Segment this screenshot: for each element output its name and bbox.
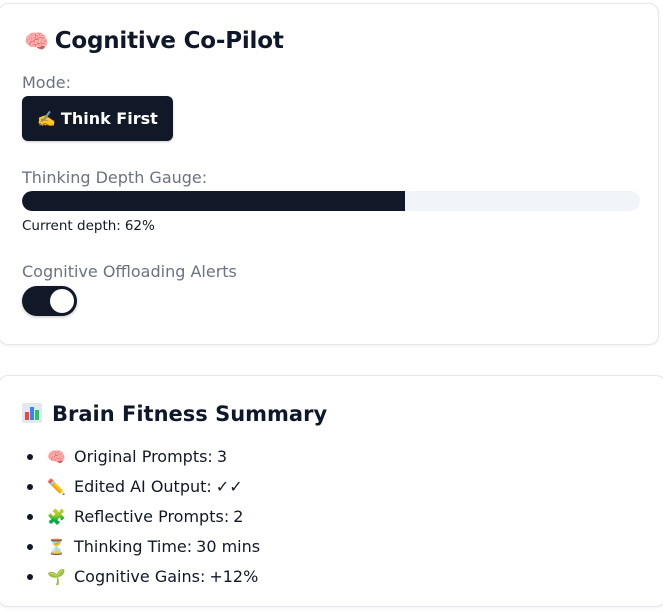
brain-icon: 🧠 — [47, 448, 66, 466]
list-item-label: Thinking Time: — [74, 537, 193, 556]
puzzle-icon: 🧩 — [47, 508, 66, 526]
bullet — [27, 514, 33, 520]
list-item-label: Edited AI Output: — [74, 477, 212, 496]
summary-title: Brain Fitness Summary — [22, 399, 327, 429]
offloading-alerts-toggle[interactable] — [22, 286, 77, 316]
copilot-title: 🧠 Cognitive Co-Pilot — [24, 26, 284, 56]
thinking-depth-gauge-fill — [22, 191, 406, 211]
bullet — [27, 544, 33, 550]
list-item-value: 2 — [233, 507, 244, 526]
pencil-icon: ✏️ — [47, 478, 66, 496]
list-item: 🧩 Reflective Prompts: 2 — [25, 502, 260, 532]
think-first-button[interactable]: ✍️ Think First — [22, 96, 173, 141]
list-item-label: Cognitive Gains: — [74, 567, 206, 586]
brain-icon: 🧠 — [24, 29, 49, 53]
bullet — [27, 574, 33, 580]
list-item-label: Reflective Prompts: — [74, 507, 230, 526]
seedling-icon: 🌱 — [47, 568, 66, 586]
thinking-depth-gauge — [22, 191, 640, 211]
list-item-value: 30 mins — [196, 537, 261, 556]
list-item-value: +12% — [209, 567, 259, 586]
list-item-value: ✓✓ — [215, 477, 243, 496]
gauge-label: Thinking Depth Gauge: — [22, 168, 208, 187]
list-item: 🌱 Cognitive Gains: +12% — [25, 562, 260, 592]
list-item: ⏳ Thinking Time: 30 mins — [25, 532, 260, 562]
current-depth-value: 62% — [124, 218, 155, 234]
hourglass-icon: ⏳ — [47, 538, 66, 556]
summary-title-text: Brain Fitness Summary — [52, 402, 328, 426]
mode-label: Mode: — [22, 73, 71, 92]
current-depth-label: Current depth: — [22, 218, 121, 234]
alerts-label: Cognitive Offloading Alerts — [22, 262, 237, 281]
list-item-value: 3 — [216, 447, 228, 466]
list-item-label: Original Prompts: — [74, 447, 213, 466]
bullet — [27, 484, 33, 490]
current-depth-text: Current depth: 62% — [22, 217, 155, 235]
bar-chart-icon — [22, 403, 42, 423]
toggle-knob — [50, 289, 74, 313]
list-item: ✏️ Edited AI Output: ✓✓ — [25, 472, 260, 502]
copilot-title-text: Cognitive Co-Pilot — [54, 28, 284, 54]
summary-list: 🧠 Original Prompts: 3 ✏️ Edited AI Output: ✓… — [25, 442, 260, 592]
writing-hand-icon: ✍️ — [37, 110, 56, 128]
bullet — [27, 454, 33, 460]
think-first-button-label: Think First — [60, 109, 158, 128]
list-item: 🧠 Original Prompts: 3 — [25, 442, 260, 472]
